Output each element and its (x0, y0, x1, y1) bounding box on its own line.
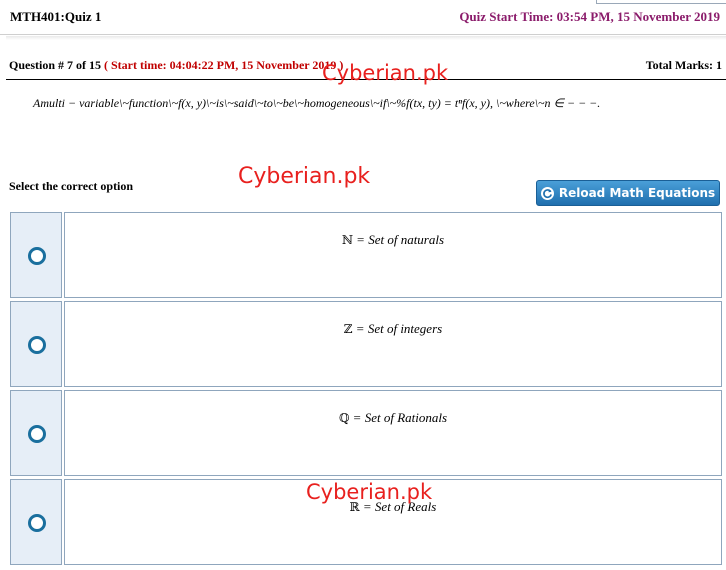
watermark: Cyberian.pk (322, 61, 449, 85)
option-row: ℚ = Set of Rationals (10, 390, 722, 476)
option-cell[interactable]: ℕ = Set of naturals (64, 212, 722, 298)
radio-cell (10, 301, 62, 387)
option-text: ℕ = Set of naturals (65, 232, 721, 248)
question-number: Question # 7 of 15 ( Start time: 04:04:2… (9, 58, 343, 73)
watermark: Cyberian.pk (306, 480, 433, 504)
option-row: ℤ = Set of integers (10, 301, 722, 387)
top-tab (596, 0, 726, 4)
option-label: = Set of Rationals (349, 410, 448, 425)
option-symbol: ℤ (343, 322, 353, 336)
reload-math-button[interactable]: Reload Math Equations (536, 180, 720, 206)
question-text: Amulti − variable\~function\~f(x, y)\~is… (33, 96, 601, 110)
option-label: = Set of naturals (352, 232, 445, 247)
option-cell[interactable]: ℤ = Set of integers (64, 301, 722, 387)
option-row: ℕ = Set of naturals (10, 212, 722, 298)
reload-button-label: Reload Math Equations (558, 186, 716, 200)
option-text: ℤ = Set of integers (65, 321, 721, 337)
top-header: MTH401:Quiz 1 Quiz Start Time: 03:54 PM,… (0, 0, 726, 35)
question-number-label: Question # 7 of 15 (9, 58, 102, 72)
total-marks: Total Marks: 1 (645, 58, 722, 72)
radio-cell (10, 479, 62, 565)
option-text: ℚ = Set of Rationals (65, 410, 721, 426)
option-radio[interactable] (28, 336, 46, 354)
option-radio[interactable] (28, 425, 46, 443)
radio-cell (10, 212, 62, 298)
radio-cell (10, 390, 62, 476)
option-radio[interactable] (28, 247, 46, 265)
quiz-start-time: Quiz Start Time: 03:54 PM, 15 November 2… (459, 9, 720, 24)
question-start-time: ( Start time: 04:04:22 PM, 15 November 2… (104, 58, 344, 72)
option-symbol: ℕ (341, 233, 353, 247)
option-radio[interactable] (28, 514, 46, 532)
option-label: = Set of integers (352, 321, 443, 336)
question-bar-shadow (6, 36, 726, 40)
course-title: MTH401:Quiz 1 (10, 9, 102, 24)
option-symbol: ℚ (338, 411, 350, 425)
reload-icon (540, 186, 554, 200)
option-cell[interactable]: ℚ = Set of Rationals (64, 390, 722, 476)
watermark: Cyberian.pk (238, 164, 371, 189)
select-option-label: Select the correct option (9, 179, 134, 193)
